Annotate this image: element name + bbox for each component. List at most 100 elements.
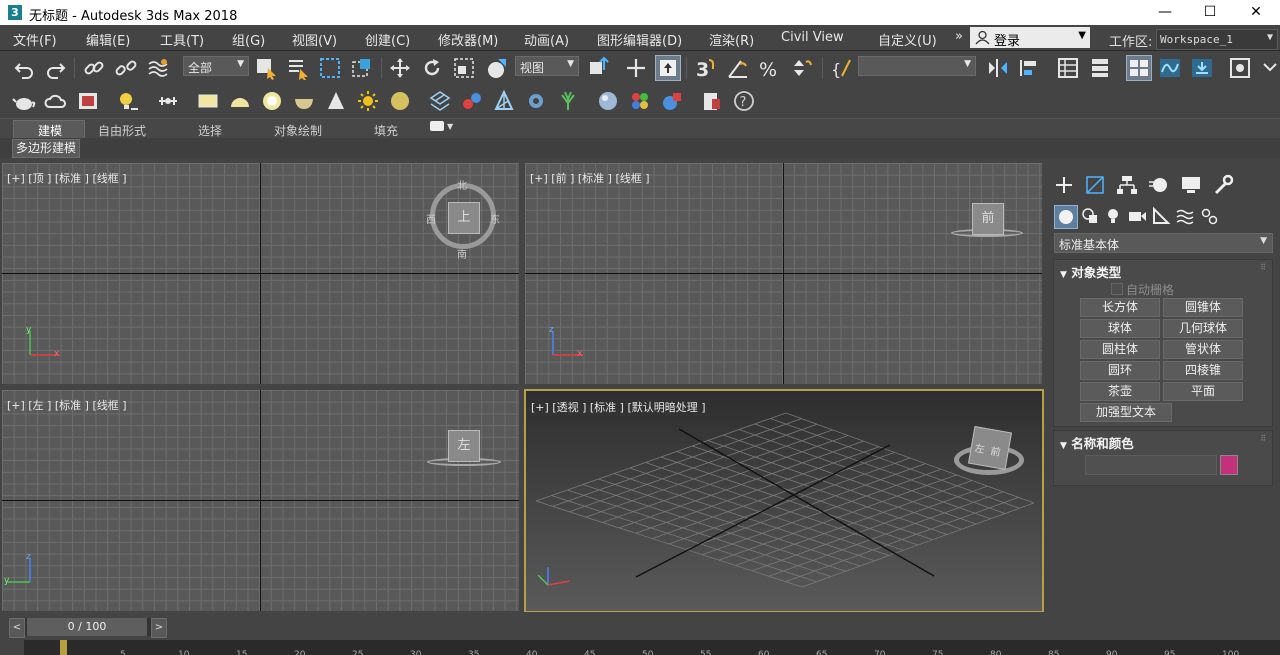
helpers-category-icon[interactable] (1150, 205, 1172, 227)
pyramid-button[interactable]: 四棱锥 (1163, 361, 1243, 380)
menu-rendering[interactable]: 渲染(R) (709, 30, 754, 49)
named-selection-dropdown[interactable]: ▼ (858, 56, 976, 76)
light-bulb-icon[interactable] (116, 89, 140, 113)
cone-icon[interactable] (324, 89, 348, 113)
tab-selection[interactable]: 选择 (198, 122, 222, 139)
bowl-icon[interactable] (292, 89, 316, 113)
align-icon[interactable] (1018, 56, 1042, 80)
render-frame-icon[interactable] (76, 89, 100, 113)
viewcube[interactable]: 左 (448, 430, 480, 462)
workspace-select[interactable]: Workspace_1 ▼ (1156, 29, 1278, 50)
bind-space-warp-icon[interactable] (146, 56, 170, 80)
curve-editor-icon[interactable] (1158, 56, 1182, 80)
teapot-button[interactable]: 茶壶 (1080, 382, 1160, 401)
edit-named-selection-icon[interactable]: { (830, 56, 854, 80)
object-type-header[interactable]: ▼ 对象类型 (1060, 262, 1121, 281)
viewport-label[interactable]: [+] [左 ] [标准 ] [线框 ] (7, 397, 127, 413)
space-warps-category-icon[interactable] (1174, 205, 1196, 227)
clipboard-icon[interactable] (700, 89, 724, 113)
help-icon[interactable]: ? (732, 89, 756, 113)
menu-tools[interactable]: 工具(T) (160, 30, 204, 49)
utilities-tab-icon[interactable] (1210, 172, 1236, 198)
primitive-category-dropdown[interactable]: 标准基本体 ▼ (1054, 233, 1273, 253)
plane-button[interactable]: 平面 (1163, 382, 1243, 401)
cameras-category-icon[interactable] (1126, 205, 1148, 227)
menu-create[interactable]: 创建(C) (365, 30, 410, 49)
scene-explorer-icon[interactable] (1126, 55, 1152, 81)
render-setup-icon[interactable] (1260, 56, 1280, 80)
name-color-header[interactable]: ▼ 名称和颜色 (1060, 433, 1134, 452)
cloud-icon[interactable] (44, 89, 68, 113)
viewcube[interactable]: 前 (972, 203, 1004, 235)
grip-icon[interactable]: ⠿ (1260, 434, 1266, 443)
geometry-category-icon[interactable] (1054, 205, 1078, 229)
undo-icon[interactable] (12, 56, 36, 80)
angle-snap-icon[interactable] (726, 56, 750, 80)
viewcube[interactable]: 上 (448, 202, 480, 234)
pivot-center-icon[interactable] (587, 56, 611, 80)
menu-overflow-icon[interactable]: » (955, 29, 963, 44)
viewport-left[interactable]: [+] [左 ] [标准 ] [线框 ] 左 z y (2, 390, 519, 611)
keyboard-shortcut-icon[interactable] (655, 55, 681, 81)
viewcube[interactable]: 左 前 (967, 425, 1013, 471)
menu-civil-view[interactable]: Civil View (781, 30, 844, 45)
toggle-ribbon-icon[interactable] (1088, 56, 1112, 80)
next-frame-button[interactable]: > (151, 618, 167, 638)
box-button[interactable]: 长方体 (1080, 298, 1160, 317)
tab-populate[interactable]: 填充 (374, 122, 398, 139)
minimize-button[interactable]: — (1142, 0, 1188, 25)
reference-coord-dropdown[interactable]: 视图 ▼ (515, 56, 579, 76)
tab-freeform[interactable]: 自由形式 (98, 122, 146, 139)
redo-icon[interactable] (44, 56, 68, 80)
grip-icon[interactable]: ⠿ (1260, 263, 1266, 272)
viewport-perspective[interactable]: [+] [透视 ] [标准 ] [默认明暗处理 ] 左 前 (524, 389, 1044, 613)
snaps-toggle-icon[interactable]: 3 (694, 56, 718, 80)
viewport-label[interactable]: [+] [前 ] [标准 ] [线框 ] (530, 170, 650, 186)
scale-icon[interactable] (452, 56, 476, 80)
menu-view[interactable]: 视图(V) (292, 30, 337, 49)
maximize-button[interactable]: ☐ (1187, 0, 1233, 25)
place-icon[interactable] (484, 56, 508, 80)
time-slider-value[interactable]: 0 / 100 (27, 618, 147, 636)
viewport-top[interactable]: [+] [顶 ] [标准 ] [线框 ] 上 北 南 东 西 y x (2, 163, 519, 384)
motion-tab-icon[interactable] (1146, 172, 1172, 198)
shapes-category-icon[interactable] (1079, 205, 1101, 227)
track-bar[interactable]: 5 10 15 20 25 30 35 40 45 50 55 60 65 70 75 80 85 90 95 100 (24, 640, 1280, 655)
unlink-icon[interactable] (114, 56, 138, 80)
menu-modifiers[interactable]: 修改器(M) (438, 30, 498, 49)
menu-file[interactable]: 文件(F) (13, 30, 57, 49)
login-dropdown[interactable]: 登录 ▼ (970, 27, 1090, 49)
systems-category-icon[interactable] (1198, 205, 1220, 227)
create-tab-icon[interactable] (1051, 172, 1077, 198)
prev-frame-button[interactable]: < (9, 618, 25, 638)
dynamics-icon[interactable] (492, 89, 516, 113)
gear-object-icon[interactable] (524, 89, 548, 113)
select-manipulate-icon[interactable] (624, 56, 648, 80)
time-slider[interactable]: < 0 / 100 > (9, 618, 167, 638)
tube-button[interactable]: 管状体 (1163, 340, 1243, 359)
spinner-snap-icon[interactable] (790, 56, 814, 80)
foliage-icon[interactable] (556, 89, 580, 113)
display-tab-icon[interactable] (1178, 172, 1204, 198)
link-icon[interactable] (82, 56, 106, 80)
time-cursor[interactable] (60, 640, 67, 655)
viewport-label[interactable]: [+] [透视 ] [标准 ] [默认明暗处理 ] (531, 399, 706, 415)
modify-tab-icon[interactable] (1082, 172, 1108, 198)
viewport-label[interactable]: [+] [顶 ] [标准 ] [线框 ] (7, 170, 127, 186)
particles-icon[interactable] (460, 89, 484, 113)
menu-graph-editors[interactable]: 图形编辑器(D) (597, 30, 682, 49)
teapot-icon[interactable] (12, 89, 36, 113)
hemisphere-icon[interactable] (228, 89, 252, 113)
lights-category-icon[interactable] (1102, 205, 1124, 227)
polygon-modeling-button[interactable]: 多边形建模 (12, 139, 81, 158)
cylinder-button[interactable]: 圆柱体 (1080, 340, 1160, 359)
object-color-swatch[interactable] (1220, 455, 1238, 475)
menu-customize[interactable]: 自定义(U) (878, 30, 937, 49)
percent-snap-icon[interactable]: % (758, 56, 782, 80)
viewport-front[interactable]: [+] [前 ] [标准 ] [线框 ] 前 z x (525, 163, 1042, 384)
schematic-view-icon[interactable] (1190, 56, 1214, 80)
geosphere-button[interactable]: 几何球体 (1163, 319, 1243, 338)
sphere-button[interactable]: 球体 (1080, 319, 1160, 338)
cone-button[interactable]: 圆锥体 (1163, 298, 1243, 317)
tab-modeling[interactable]: 建模 (38, 122, 62, 139)
